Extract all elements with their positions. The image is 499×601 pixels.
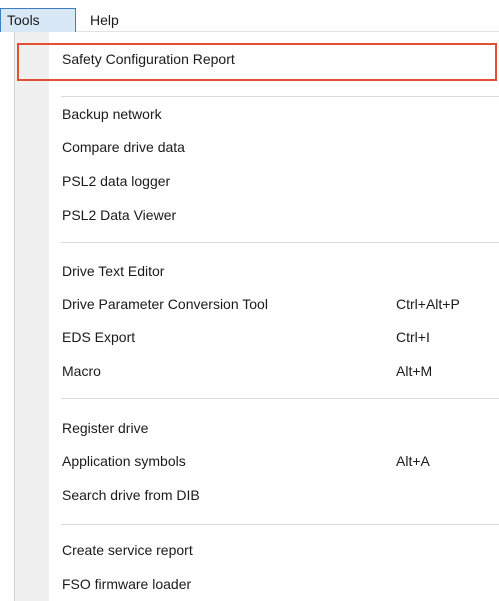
menu-item-create-service-report[interactable]: Create service report	[49, 535, 499, 566]
menu-item-application-symbols[interactable]: Application symbols Alt+A	[49, 446, 499, 477]
menu-separator	[61, 398, 499, 399]
menu-item-compare-drive-data[interactable]: Compare drive data	[49, 132, 499, 163]
menu-item-label: Macro	[62, 363, 101, 379]
menu-help[interactable]: Help	[86, 8, 123, 32]
menu-item-fso-firmware-loader[interactable]: FSO firmware loader	[49, 569, 499, 600]
menu-separator	[61, 242, 499, 243]
menu-item-shortcut: Alt+A	[396, 453, 430, 469]
menu-item-label: PSL2 Data Viewer	[62, 207, 177, 223]
menu-item-psl2-data-logger[interactable]: PSL2 data logger	[49, 166, 499, 197]
tools-dropdown-menu: Safety Configuration Report Backup netwo…	[14, 32, 499, 601]
menu-item-label: Search drive from DIB	[62, 487, 200, 503]
menu-item-label: Create service report	[62, 542, 193, 558]
menu-tools[interactable]: Tools	[0, 8, 76, 32]
menu-item-label: Backup network	[62, 106, 162, 122]
menu-item-label: PSL2 data logger	[62, 173, 171, 189]
menu-item-label: Safety Configuration Report	[62, 51, 235, 67]
menu-item-label: Register drive	[62, 420, 149, 436]
menu-item-label: Drive Parameter Conversion Tool	[62, 296, 268, 312]
menu-separator	[61, 96, 499, 97]
menu-item-register-drive[interactable]: Register drive	[49, 413, 499, 444]
menu-item-label: Application symbols	[62, 453, 186, 469]
menu-item-shortcut: Ctrl+I	[396, 329, 430, 345]
menu-item-label: Drive Text Editor	[62, 263, 165, 279]
menu-item-shortcut: Alt+M	[396, 363, 433, 379]
menu-item-label: Compare drive data	[62, 139, 185, 155]
menu-item-backup-network[interactable]: Backup network	[49, 99, 499, 130]
menu-item-macro[interactable]: Macro Alt+M	[49, 356, 499, 387]
menu-bar: Tools Help	[0, 0, 499, 32]
menu-item-drive-parameter-conversion-tool[interactable]: Drive Parameter Conversion Tool Ctrl+Alt…	[49, 289, 499, 320]
menu-item-safety-configuration-report[interactable]: Safety Configuration Report	[49, 44, 499, 75]
menu-item-search-drive-from-dib[interactable]: Search drive from DIB	[49, 480, 499, 511]
menu-item-drive-text-editor[interactable]: Drive Text Editor	[49, 256, 499, 287]
menu-item-label: EDS Export	[62, 329, 136, 345]
menu-item-eds-export[interactable]: EDS Export Ctrl+I	[49, 322, 499, 353]
menu-icon-gutter	[15, 32, 49, 601]
menu-item-label: FSO firmware loader	[62, 576, 192, 592]
menu-item-shortcut: Ctrl+Alt+P	[396, 296, 460, 312]
menu-separator	[61, 524, 499, 525]
menu-item-psl2-data-viewer[interactable]: PSL2 Data Viewer	[49, 200, 499, 231]
